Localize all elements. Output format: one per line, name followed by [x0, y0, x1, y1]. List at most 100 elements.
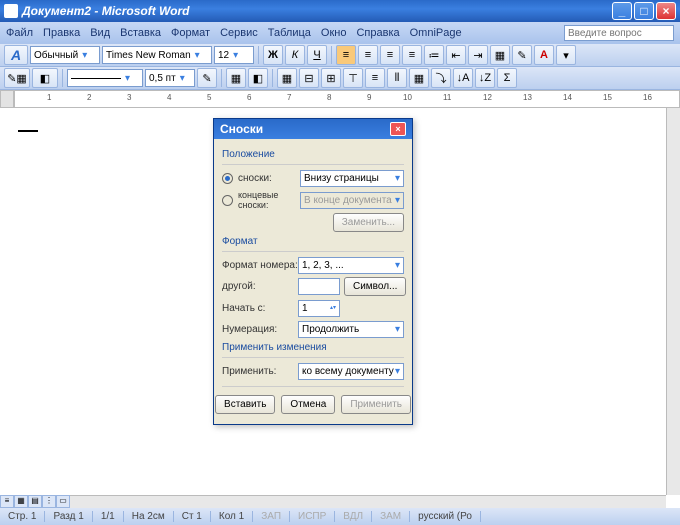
custom-mark-label: другой:	[222, 281, 298, 292]
align-top-icon[interactable]: ⊤	[343, 68, 363, 88]
horizontal-scrollbar[interactable]	[70, 495, 666, 508]
normal-view-icon[interactable]: ≡	[0, 495, 14, 508]
minimize-button[interactable]: _	[612, 2, 632, 20]
change-button: Заменить...	[333, 213, 404, 232]
dialog-titlebar[interactable]: Сноски ×	[214, 119, 412, 139]
numbering-label: Нумерация:	[222, 324, 298, 335]
radio-footnotes[interactable]	[222, 173, 233, 184]
print-view-icon[interactable]: ▤	[28, 495, 42, 508]
number-format-select[interactable]: 1, 2, 3, ...	[298, 257, 404, 274]
bold-icon[interactable]: Ж	[263, 45, 283, 65]
numbering-select[interactable]: Продолжить	[298, 321, 404, 338]
merge-cells-icon[interactable]: ⊟	[299, 68, 319, 88]
outline-view-icon[interactable]: ⋮	[42, 495, 56, 508]
decrease-indent-icon[interactable]: ⇤	[446, 45, 466, 65]
window-title: Документ2 - Microsoft Word	[22, 4, 189, 18]
page-corner-mark	[18, 130, 38, 132]
dialog-title: Сноски	[220, 122, 263, 136]
help-search-input[interactable]	[564, 25, 674, 41]
menu-insert[interactable]: Вставка	[120, 27, 161, 39]
maximize-button[interactable]: □	[634, 2, 654, 20]
font-size-select[interactable]: 12	[214, 46, 254, 64]
symbol-button[interactable]: Символ...	[344, 277, 406, 296]
highlight-icon[interactable]: ✎	[512, 45, 532, 65]
horizontal-ruler[interactable]: 12 34 56 78 910 1112 1314 1516	[14, 90, 680, 108]
apply-button: Применить	[341, 395, 411, 414]
bulleted-list-icon[interactable]: ≔	[424, 45, 444, 65]
apply-to-select[interactable]: ко всему документу	[298, 363, 404, 380]
split-cells-icon[interactable]: ⊞	[321, 68, 341, 88]
insert-button[interactable]: Вставить	[215, 395, 275, 414]
style-select[interactable]: Обычный	[30, 46, 100, 64]
menu-omnipage[interactable]: OmniPage	[410, 27, 462, 39]
line-style-select[interactable]	[67, 69, 143, 87]
cancel-button[interactable]: Отмена	[281, 395, 335, 414]
status-page: Стр. 1	[0, 511, 45, 522]
styles-pane-icon[interactable]: A	[4, 45, 28, 65]
ruler-row: 12 34 56 78 910 1112 1314 1516	[0, 90, 680, 108]
menu-table[interactable]: Таблица	[268, 27, 311, 39]
web-view-icon[interactable]: ▦	[14, 495, 28, 508]
menu-tools[interactable]: Сервис	[220, 27, 258, 39]
radio-endnotes-label: концевые сноски:	[238, 190, 300, 210]
menu-view[interactable]: Вид	[90, 27, 110, 39]
ruler-gutter	[0, 90, 14, 108]
start-at-label: Начать с:	[222, 303, 298, 314]
font-color-icon[interactable]: A	[534, 45, 554, 65]
radio-endnotes[interactable]	[222, 195, 233, 206]
apply-to-label: Применить:	[222, 366, 298, 377]
menu-window[interactable]: Окно	[321, 27, 347, 39]
distribute-rows-icon[interactable]: ≡	[365, 68, 385, 88]
radio-footnotes-label: сноски:	[238, 173, 300, 184]
status-bar: Стр. 1 Разд 1 1/1 На 2см Ст 1 Кол 1 ЗАП …	[0, 508, 680, 525]
status-ovr: ЗАМ	[372, 511, 410, 522]
align-right-icon[interactable]: ≡	[380, 45, 400, 65]
view-buttons: ≡ ▦ ▤ ⋮ ▭	[0, 495, 70, 508]
menu-bar: Файл Правка Вид Вставка Формат Сервис Та…	[0, 22, 680, 44]
menu-format[interactable]: Формат	[171, 27, 210, 39]
menu-file[interactable]: Файл	[6, 27, 33, 39]
borders-icon[interactable]: ▦	[490, 45, 510, 65]
eraser-icon[interactable]: ◧	[32, 68, 58, 88]
status-ext: ВДЛ	[335, 511, 372, 522]
numbered-list-icon[interactable]: ≡	[402, 45, 422, 65]
sort-desc-icon[interactable]: ↓Z	[475, 68, 495, 88]
shading-color-icon[interactable]: ◧	[248, 68, 268, 88]
status-trk: ИСПР	[290, 511, 335, 522]
status-rec: ЗАП	[253, 511, 290, 522]
autosum-icon[interactable]: Σ	[497, 68, 517, 88]
close-button[interactable]: ×	[656, 2, 676, 20]
reading-view-icon[interactable]: ▭	[56, 495, 70, 508]
align-center-icon[interactable]: ≡	[358, 45, 378, 65]
menu-edit[interactable]: Правка	[43, 27, 80, 39]
insert-table-icon[interactable]: ▦	[277, 68, 297, 88]
custom-mark-input[interactable]	[298, 278, 340, 295]
status-language: русский (Ро	[410, 511, 481, 522]
toolbar-chevron-icon[interactable]: ▾	[556, 45, 576, 65]
distribute-cols-icon[interactable]: ⦀	[387, 68, 407, 88]
border-color-icon[interactable]: ✎	[197, 68, 217, 88]
text-direction-icon[interactable]: ⤵	[431, 68, 451, 88]
font-select[interactable]: Times New Roman	[102, 46, 212, 64]
dialog-close-button[interactable]: ×	[390, 122, 406, 136]
underline-icon[interactable]: Ч	[307, 45, 327, 65]
sort-asc-icon[interactable]: ↓A	[453, 68, 473, 88]
tables-toolbar: ✎▦ ◧ 0,5 пт ✎ ▦ ◧ ▦ ⊟ ⊞ ⊤ ≡ ⦀ ▦ ⤵ ↓A ↓Z …	[0, 67, 680, 90]
status-section: Разд 1	[45, 511, 92, 522]
start-at-input[interactable]: 1	[298, 300, 340, 317]
increase-indent-icon[interactable]: ⇥	[468, 45, 488, 65]
italic-icon[interactable]: К	[285, 45, 305, 65]
menu-help[interactable]: Справка	[356, 27, 399, 39]
footnotes-location-select[interactable]: Внизу страницы	[300, 170, 404, 187]
endnotes-location-select: В конце документа	[300, 192, 404, 209]
formatting-toolbar: A Обычный Times New Roman 12 Ж К Ч ≡ ≡ ≡…	[0, 44, 680, 67]
draw-table-icon[interactable]: ✎▦	[4, 68, 30, 88]
window-titlebar: Документ2 - Microsoft Word _ □ ×	[0, 0, 680, 22]
group-apply-label: Применить изменения	[222, 342, 404, 353]
vertical-scrollbar[interactable]	[666, 108, 680, 495]
align-left-icon[interactable]: ≡	[336, 45, 356, 65]
outside-border-icon[interactable]: ▦	[226, 68, 246, 88]
autoformat-icon[interactable]: ▦	[409, 68, 429, 88]
line-width-select[interactable]: 0,5 пт	[145, 69, 195, 87]
status-line: Ст 1	[174, 511, 211, 522]
